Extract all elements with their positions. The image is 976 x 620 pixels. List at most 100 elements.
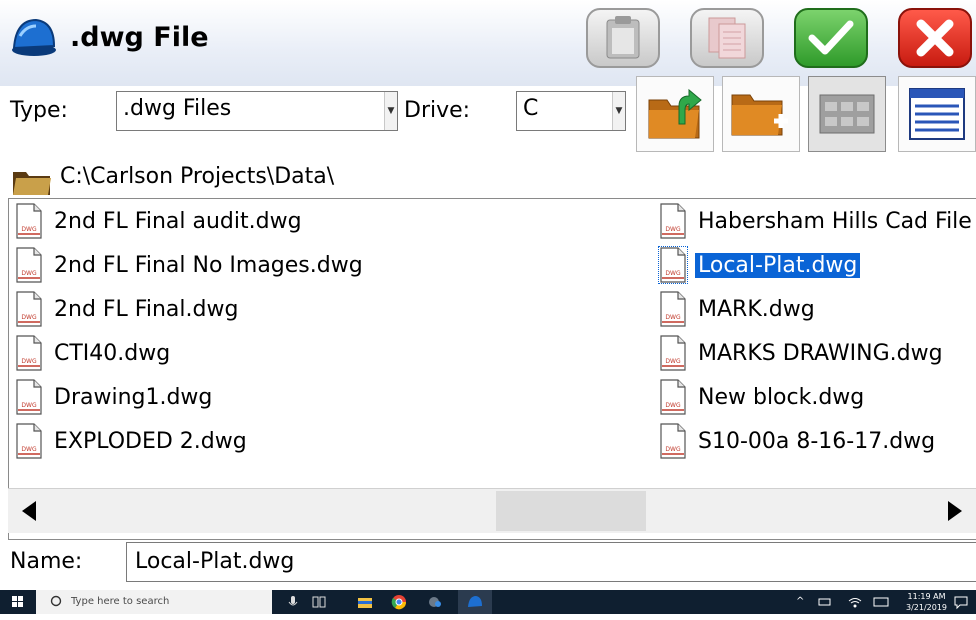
svg-text:DWG: DWG [21,358,37,365]
folder-icon [13,172,51,195]
file-item[interactable]: DWG 2nd FL Final No Images.dwg [15,245,366,285]
horizontal-scrollbar[interactable] [8,488,976,533]
type-select[interactable]: .dwg Files ▼ [116,91,398,131]
taskbar: Type here to search ^ 11:19 AM 3/21/2019 [0,590,976,614]
dwg-file-icon: DWG [658,246,688,284]
chevron-down-icon[interactable]: ▼ [612,92,625,130]
file-name: MARK.dwg [698,296,815,322]
scroll-left-icon[interactable] [8,489,52,533]
dwg-file-icon: DWG [16,203,42,239]
type-value: .dwg Files [123,96,232,121]
file-item[interactable]: DWG CTI40.dwg [15,333,173,373]
drive-value: C [523,96,539,121]
window-title: .dwg File [70,22,209,53]
dwg-file-icon: DWG [16,423,42,459]
clock[interactable]: 11:19 AM 3/21/2019 [906,591,947,613]
chrome-icon[interactable] [390,593,408,611]
name-label: Name: [10,549,83,574]
app-icon[interactable] [426,593,444,611]
svg-text:DWG: DWG [665,314,681,321]
svg-text:DWG: DWG [665,226,681,233]
grid-view-icon [819,94,875,134]
checkmark-icon [808,20,854,55]
file-name: EXPLODED 2.dwg [54,428,247,454]
taskbar-search[interactable]: Type here to search [36,590,272,614]
up-folder-button[interactable] [636,76,714,152]
type-label: Type: [10,98,68,123]
file-explorer-icon[interactable] [356,593,374,611]
svg-text:DWG: DWG [21,226,37,233]
file-item[interactable]: DWG 2nd FL Final audit.dwg [15,201,305,241]
dwg-file-icon: DWG [660,379,686,415]
notifications-icon[interactable] [952,593,970,611]
file-name: S10-00a 8-16-17.dwg [698,428,936,454]
dwg-file-icon: DWG [660,203,686,239]
svg-text:DWG: DWG [665,358,681,365]
wifi-icon[interactable] [846,593,864,611]
drive-label: Drive: [404,98,471,123]
details-view-button[interactable] [898,76,976,152]
clock-date: 3/21/2019 [906,603,948,612]
list-view-button[interactable] [808,76,886,152]
file-item[interactable]: DWG Local-Plat.dwg [658,245,861,285]
file-item[interactable]: DWG Drawing1.dwg [15,377,215,417]
windows-start-icon[interactable] [0,590,36,614]
keyboard-icon[interactable] [872,593,890,611]
file-item[interactable]: DWG 2nd FL Final.dwg [15,289,241,329]
dwg-file-icon: DWG [16,335,42,371]
carlson-helmet-icon [12,18,56,56]
paste-button[interactable] [690,8,764,68]
pages-icon [708,17,746,59]
file-item[interactable]: DWG MARKS DRAWING.dwg [659,333,946,373]
battery-icon[interactable] [816,593,834,611]
file-name: 2nd FL Final.dwg [54,296,239,322]
file-item[interactable]: DWG Habersham Hills Cad File [659,201,975,241]
folder-add-icon [731,94,788,136]
ok-button[interactable] [794,8,868,68]
search-icon [50,595,62,607]
file-item[interactable]: DWG EXPLODED 2.dwg [15,421,250,461]
name-field[interactable]: Local-Plat.dwg [126,542,976,582]
svg-text:DWG: DWG [21,270,37,277]
svg-text:DWG: DWG [665,446,681,453]
tray-chevron-icon[interactable]: ^ [796,596,804,620]
svg-text:DWG: DWG [21,314,37,321]
folder-up-icon [648,88,702,139]
cancel-button[interactable] [898,8,972,68]
file-name: Local-Plat.dwg [695,252,861,278]
svg-text:DWG: DWG [21,402,37,409]
copy-button[interactable] [586,8,660,68]
microphone-icon[interactable] [284,593,302,611]
current-path: C:\Carlson Projects\Data\ [60,164,335,189]
carlson-helmet-icon [468,596,482,607]
file-name: New block.dwg [698,384,865,410]
dwg-file-icon: DWG [660,291,686,327]
scroll-right-icon[interactable] [932,489,976,533]
file-item[interactable]: DWG MARK.dwg [659,289,818,329]
dwg-file-icon: DWG [16,291,42,327]
drive-select[interactable]: C ▼ [516,91,626,131]
details-list-icon [909,88,965,140]
file-name: CTI40.dwg [54,340,171,366]
task-view-icon[interactable] [310,593,328,611]
svg-text:DWG: DWG [665,270,681,277]
file-item[interactable]: DWG S10-00a 8-16-17.dwg [659,421,938,461]
chevron-down-icon[interactable]: ▼ [384,92,397,130]
dwg-file-icon: DWG [16,247,42,283]
dwg-file-icon: DWG [16,379,42,415]
active-app-tab[interactable] [458,590,492,614]
scrollbar-thumb[interactable] [496,491,646,531]
svg-text:DWG: DWG [21,446,37,453]
file-name: 2nd FL Final audit.dwg [54,208,302,234]
dwg-file-icon: DWG [660,335,686,371]
dwg-file-icon: DWG [660,423,686,459]
close-icon [916,19,954,57]
new-folder-button[interactable] [722,76,800,152]
file-item[interactable]: DWG New block.dwg [659,377,867,417]
file-name: Drawing1.dwg [54,384,213,410]
file-name: 2nd FL Final No Images.dwg [54,252,363,278]
search-placeholder: Type here to search [71,596,170,607]
clock-time: 11:19 AM [907,592,946,601]
file-name: Habersham Hills Cad File [698,208,972,234]
file-name: MARKS DRAWING.dwg [698,340,943,366]
